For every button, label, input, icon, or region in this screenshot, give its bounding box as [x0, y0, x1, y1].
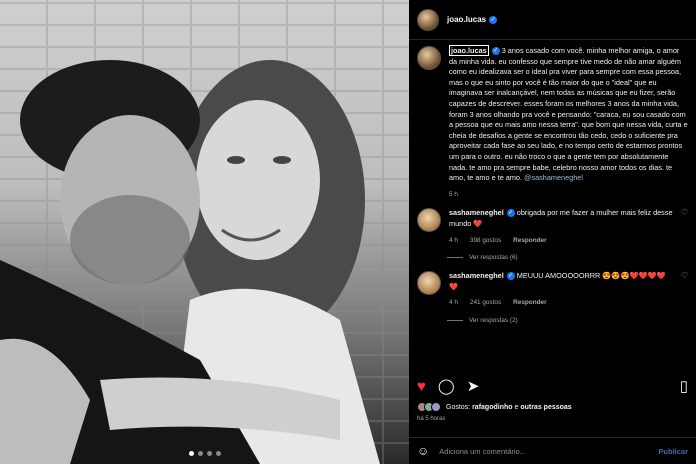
- reply-button[interactable]: Responder: [513, 298, 546, 309]
- post-photo[interactable]: [0, 0, 409, 464]
- comment-emoji: ❤️: [473, 218, 483, 228]
- likes-others[interactable]: outras pessoas: [520, 404, 571, 411]
- replies-line: [447, 257, 463, 259]
- likes-user[interactable]: rafagodinho: [472, 404, 512, 411]
- view-replies-label: Ver respostas (2): [469, 316, 518, 324]
- comment-input[interactable]: Adiciona um comentário...: [439, 447, 526, 456]
- caption-body: joao.lucas ✓ 3 anos casado com você. minh…: [449, 45, 688, 201]
- likes-summary[interactable]: Gostos: rafagodinho e outras pessoas: [417, 402, 688, 412]
- carousel-dot: [197, 451, 203, 456]
- carousel-dots: [0, 451, 409, 456]
- comment-time: 4 h: [449, 299, 458, 307]
- comments-list[interactable]: joao.lucas ✓ 3 anos casado com você. minh…: [409, 40, 696, 370]
- verified-icon: ✓: [489, 15, 498, 24]
- comment-like-icon[interactable]: ♡: [681, 271, 688, 309]
- view-replies-button[interactable]: Ver respostas (6): [447, 254, 688, 261]
- comment-likes[interactable]: 398 gostos: [470, 236, 501, 247]
- view-replies-label: Ver respostas (6): [469, 254, 518, 262]
- author-username[interactable]: joao.lucas: [447, 15, 486, 24]
- liker-avatar: [431, 402, 441, 412]
- commenter-avatar[interactable]: [417, 208, 441, 233]
- comment-text: MEUUU AMOOOOORRR: [516, 271, 601, 281]
- emoji-icon[interactable]: ☺: [417, 444, 429, 458]
- caption-username[interactable]: joao.lucas: [449, 45, 489, 56]
- verified-icon: ✓: [506, 272, 515, 281]
- share-icon[interactable]: ➤: [467, 379, 480, 394]
- carousel-dot: [188, 451, 194, 456]
- comment-likes[interactable]: 241 gostos: [470, 298, 501, 309]
- comment-username[interactable]: sashameneghel: [449, 208, 504, 217]
- comment-meta: 4 h 398 gostos Responder: [449, 236, 673, 247]
- comment-body: sashameneghel ✓ MEUUU AMOOOOORRR 😍😍😍❤️❤️❤…: [449, 271, 673, 309]
- comment-meta: 4 h 241 gostos Responder: [449, 298, 673, 309]
- action-icons: ♥ ◯ ➤ ▯: [417, 372, 688, 400]
- publish-button[interactable]: Publicar: [658, 447, 688, 456]
- caption-mention[interactable]: @sashameneghel: [524, 173, 583, 182]
- view-replies-button[interactable]: Ver respostas (2): [447, 317, 688, 324]
- replies-line: [447, 319, 463, 321]
- author-avatar[interactable]: [417, 46, 441, 70]
- save-icon[interactable]: ▯: [680, 379, 688, 394]
- post-actions: ♥ ◯ ➤ ▯ Gostos: rafagodinho e outras pes…: [409, 372, 696, 422]
- reply-button[interactable]: Responder: [513, 236, 546, 247]
- comment-time: 4 h: [449, 236, 458, 244]
- caption-meta: 5 h: [449, 190, 688, 201]
- comment-body: sashameneghel ✓ obrigada por me fazer a m…: [449, 208, 673, 246]
- comment-item: sashameneghel ✓ obrigada por me fazer a m…: [417, 208, 688, 246]
- couple-photo-illustration: [0, 60, 380, 464]
- caption-time: 5 h: [449, 190, 458, 198]
- comment-icon[interactable]: ◯: [438, 379, 455, 394]
- comment-username[interactable]: sashameneghel: [449, 271, 504, 280]
- author-avatar[interactable]: [417, 8, 439, 31]
- like-icon[interactable]: ♥: [417, 379, 426, 394]
- post-details-panel: joao.lucas ✓ joao.lucas ✓ 3 anos casado c…: [409, 0, 696, 464]
- comment-like-icon[interactable]: ♡: [681, 208, 688, 246]
- verified-icon: ✓: [491, 47, 500, 56]
- post-time: há 5 horas: [417, 416, 446, 422]
- verified-icon: ✓: [506, 209, 515, 218]
- add-comment-bar: ☺ Adiciona um comentário... Publicar: [409, 437, 696, 464]
- post-header: joao.lucas ✓: [409, 0, 696, 40]
- carousel-dot: [215, 451, 221, 456]
- likes-text: Gostos: rafagodinho e outras pessoas: [446, 404, 572, 411]
- caption-text: 3 anos casado com você. minha melhor ami…: [449, 46, 688, 183]
- commenter-avatar[interactable]: [417, 271, 441, 296]
- comment-item: sashameneghel ✓ MEUUU AMOOOOORRR 😍😍😍❤️❤️❤…: [417, 271, 688, 309]
- likes-prefix: Gostos:: [446, 403, 473, 411]
- carousel-dot: [206, 451, 212, 456]
- caption: joao.lucas ✓ 3 anos casado com você. minh…: [417, 45, 688, 201]
